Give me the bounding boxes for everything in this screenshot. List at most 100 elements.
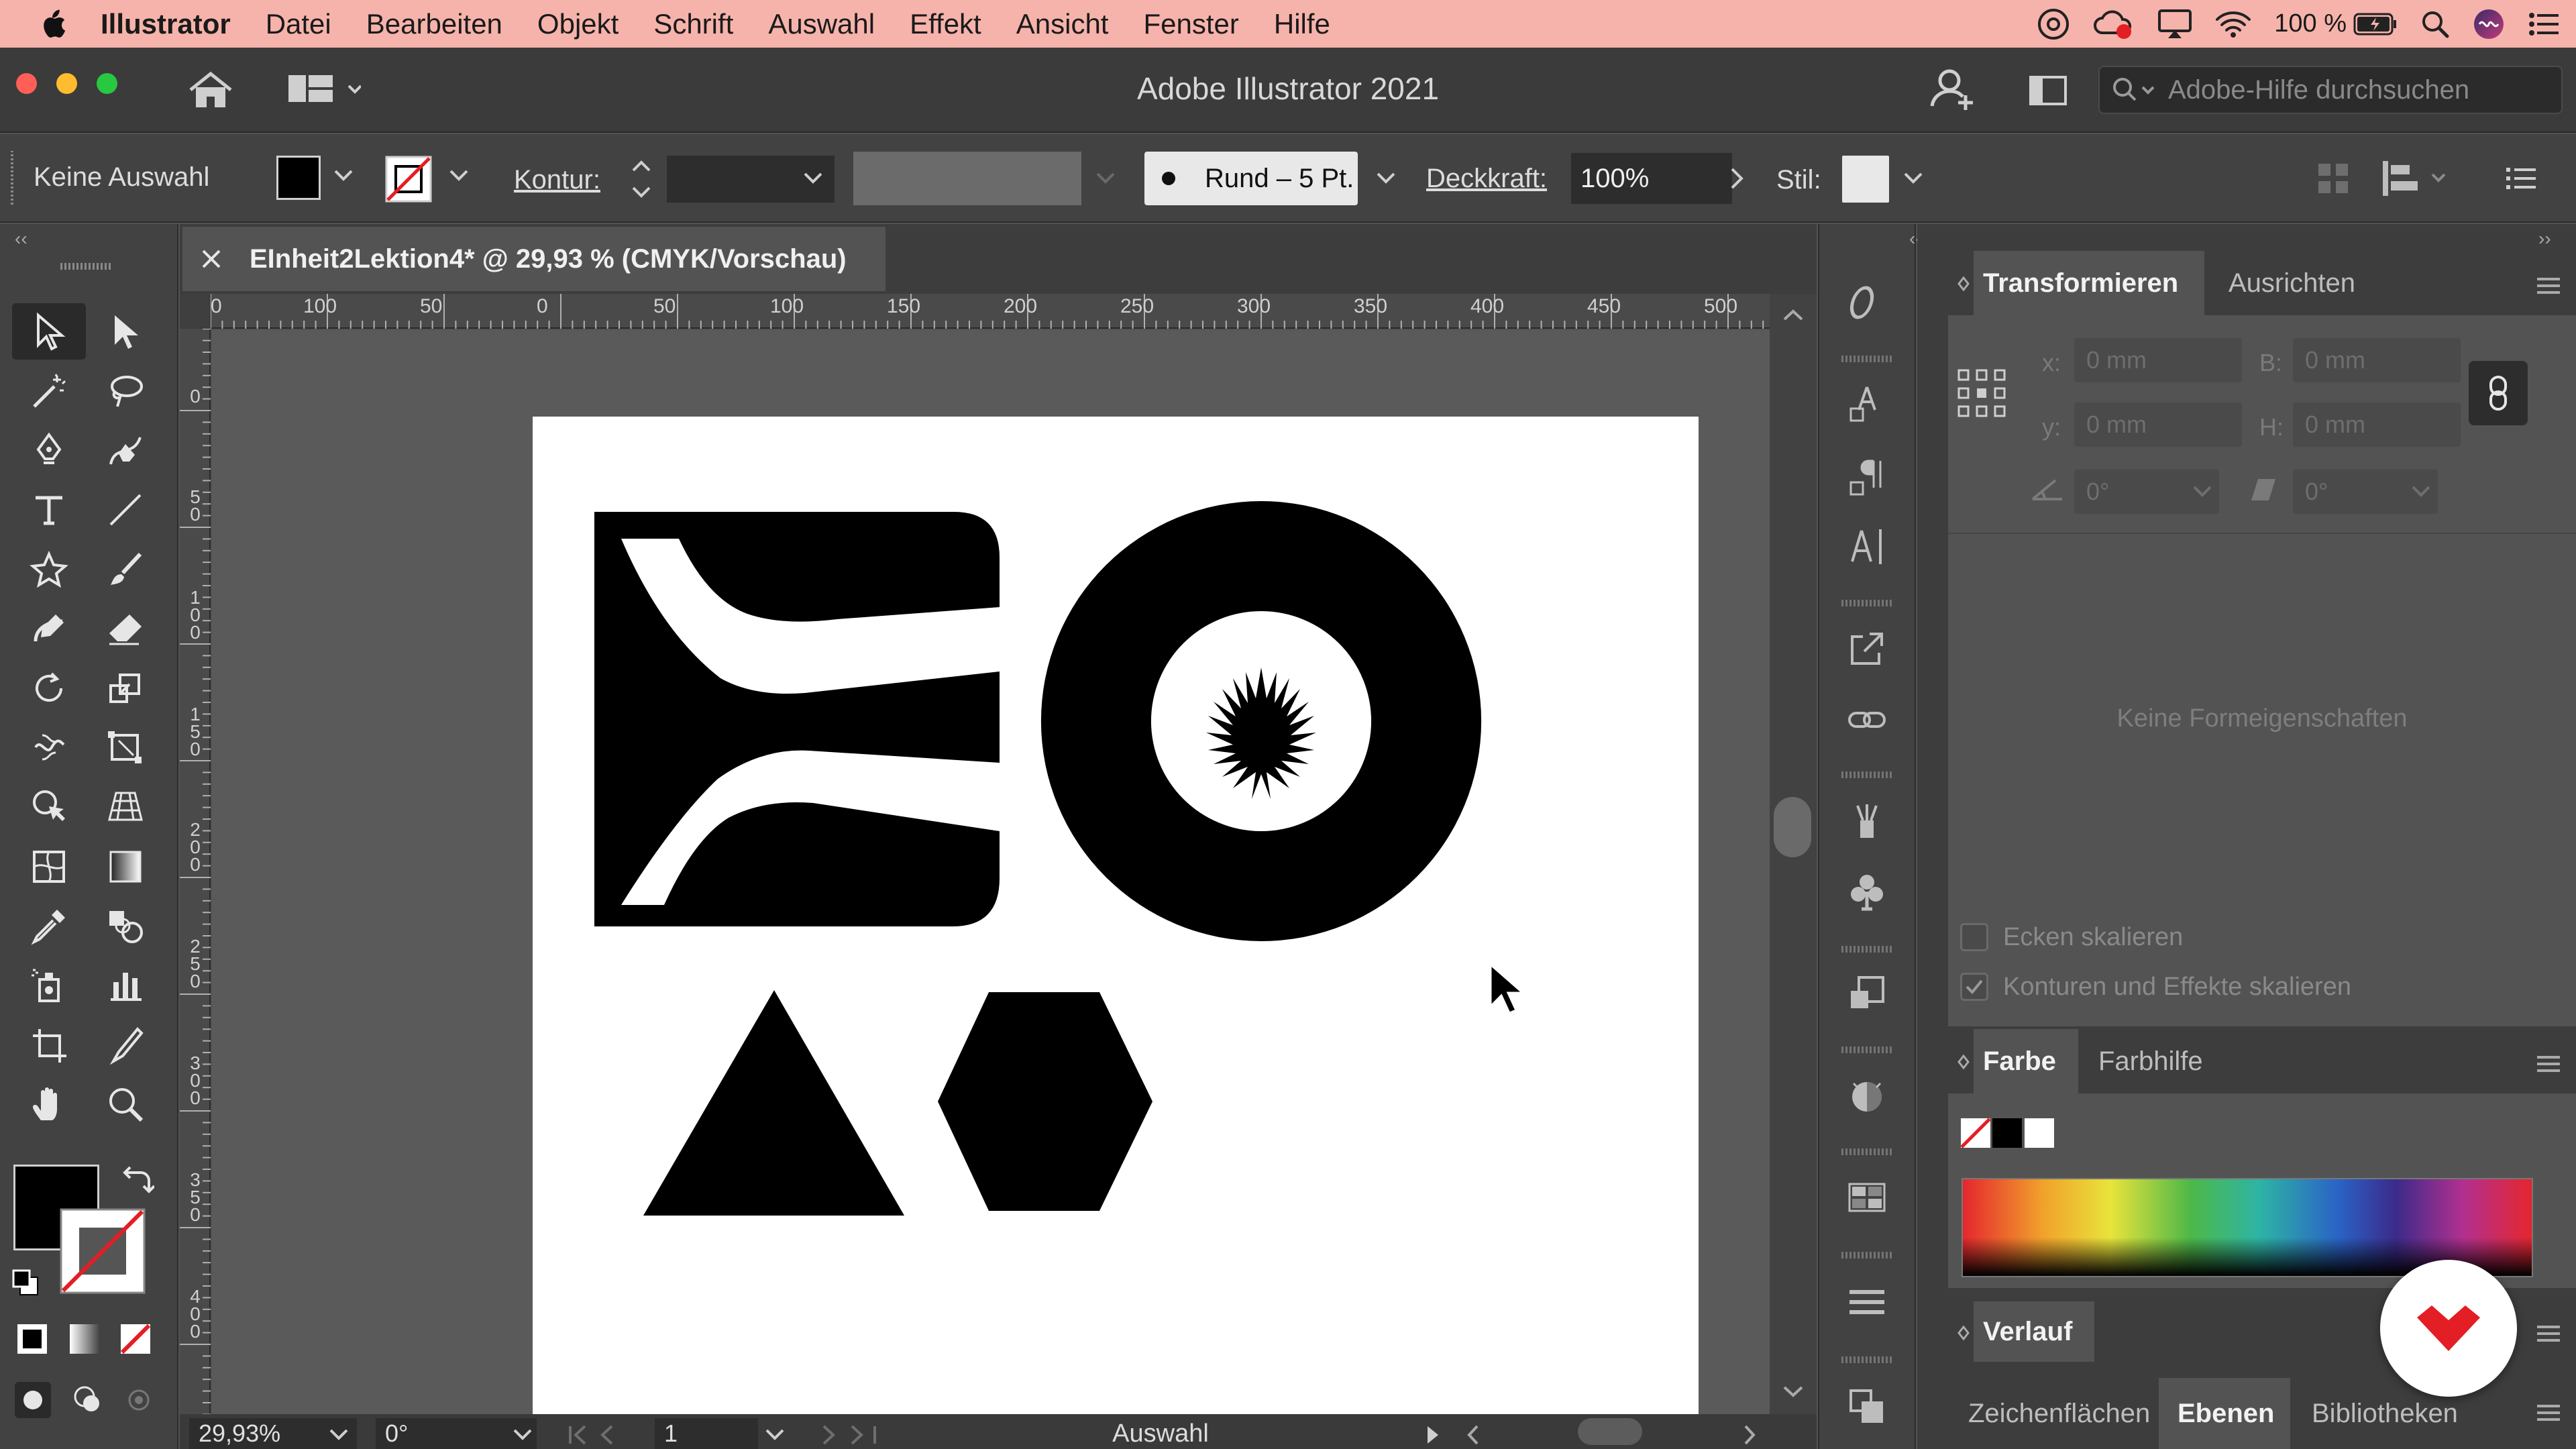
color-white-swatch[interactable]: [2025, 1118, 2054, 1148]
links-icon[interactable]: [1845, 698, 1889, 742]
style-chevron-icon[interactable]: [1902, 170, 1924, 185]
selection-tool-icon[interactable]: [12, 303, 86, 360]
swap-fill-stroke-icon[interactable]: [121, 1165, 154, 1198]
none-mode-icon[interactable]: [118, 1322, 153, 1356]
character-styles-icon[interactable]: [1845, 381, 1889, 425]
direct-selection-tool-icon[interactable]: [89, 303, 162, 360]
artboard-chevron-icon[interactable]: [765, 1428, 785, 1441]
column-graph-tool-icon[interactable]: [89, 957, 162, 1013]
export-icon[interactable]: [1845, 627, 1889, 671]
shear-angle-chevron-icon[interactable]: [2411, 484, 2431, 498]
menu-schrift[interactable]: Schrift: [653, 8, 733, 40]
scale-corners-checkbox[interactable]: [1960, 923, 1988, 951]
tab-transformieren[interactable]: Transformieren: [1974, 251, 2204, 315]
zoom-tool-icon[interactable]: [89, 1076, 162, 1132]
character-icon[interactable]: [1845, 525, 1889, 569]
perspective-grid-tool-icon[interactable]: [89, 778, 162, 835]
symbols-icon[interactable]: [1845, 869, 1889, 914]
tab-farbe[interactable]: Farbe: [1974, 1029, 2078, 1093]
width-field[interactable]: 0 mm: [2293, 338, 2461, 382]
help-search-input[interactable]: Adobe-Hilfe durchsuchen: [2098, 66, 2563, 114]
opacity-field[interactable]: 100%: [1571, 153, 1732, 204]
scroll-down-icon[interactable]: [1782, 1383, 1805, 1399]
fill-color-swatch[interactable]: [276, 156, 321, 200]
menu-auswahl[interactable]: Auswahl: [768, 8, 875, 40]
align-grid-icon[interactable]: [2317, 162, 2349, 195]
draw-normal-icon[interactable]: [15, 1382, 51, 1418]
gradient-panel-menu-icon[interactable]: [2537, 1326, 2560, 1342]
stroke-weight-label[interactable]: Kontur:: [514, 165, 600, 195]
menu-datei[interactable]: Datei: [266, 8, 331, 40]
shape-builder-tool-icon[interactable]: [12, 778, 86, 835]
stroke-weight-chevron-icon[interactable]: [802, 170, 824, 185]
slice-tool-icon[interactable]: [89, 1017, 162, 1073]
horizontal-ruler[interactable]: 0 100 50 0 50 100 150 200 250 300 350 40…: [211, 294, 1770, 329]
apple-icon[interactable]: [32, 0, 74, 48]
graphic-style-swatch[interactable]: [1842, 156, 1889, 203]
color-none-swatch[interactable]: [1960, 1118, 1991, 1148]
brush-chevron-icon[interactable]: [1375, 170, 1397, 185]
warp-tool-icon[interactable]: [12, 719, 86, 775]
rotation-chevron-icon[interactable]: [513, 1428, 533, 1441]
strip-grip[interactable]: [1841, 1046, 1892, 1053]
status-menu-arrow-icon[interactable]: [1425, 1425, 1441, 1445]
battery-icon[interactable]: [2353, 13, 2398, 36]
scale-strokes-checkbox[interactable]: [1960, 973, 1988, 1001]
brush-definition-dropdown[interactable]: Rund – 5 Pt.: [1144, 152, 1358, 205]
tab-verlauf[interactable]: Verlauf: [1974, 1301, 2094, 1362]
vertical-scroll-thumb[interactable]: [1774, 797, 1811, 857]
tab-ebenen[interactable]: Ebenen: [2159, 1378, 2290, 1449]
stroke-weight-stepper[interactable]: [627, 154, 656, 204]
starburst-shape[interactable]: [1206, 667, 1316, 799]
curvature-tool-icon[interactable]: [89, 423, 162, 479]
stroke-indicator[interactable]: [59, 1208, 146, 1295]
creative-cloud-icon[interactable]: [2037, 7, 2070, 41]
artboard-number-field[interactable]: 1: [655, 1418, 758, 1449]
variable-width-profile[interactable]: [853, 152, 1081, 205]
y-field[interactable]: 0 mm: [2074, 402, 2242, 447]
x-field[interactable]: 0 mm: [2074, 338, 2242, 382]
eyedropper-tool-icon[interactable]: [12, 898, 86, 954]
gradient-panel-collapse-icon[interactable]: [1957, 1326, 1970, 1340]
eraser-tool-icon[interactable]: [89, 601, 162, 657]
menu-ansicht[interactable]: Ansicht: [1016, 8, 1109, 40]
lasso-tool-icon[interactable]: [89, 364, 162, 420]
control-center-icon[interactable]: [2528, 11, 2560, 38]
tab-zeichenflaechen[interactable]: Zeichenflächen: [1956, 1378, 2150, 1449]
toolbar-collapse-icon[interactable]: ‹‹: [15, 228, 28, 250]
color-panel-collapse-icon[interactable]: [1957, 1055, 1970, 1069]
strip-grip[interactable]: [1841, 600, 1892, 606]
triangle-shape[interactable]: [643, 990, 904, 1216]
hand-tool-icon[interactable]: [12, 1076, 86, 1132]
creative-cloud-sync-icon[interactable]: [2093, 7, 2135, 41]
gradient-mode-icon[interactable]: [67, 1322, 102, 1356]
mesh-tool-icon[interactable]: [12, 839, 86, 895]
draw-behind-icon[interactable]: [70, 1382, 106, 1418]
toolbar-grip[interactable]: [60, 263, 111, 270]
height-field[interactable]: 0 mm: [2293, 402, 2461, 447]
shaper-tool-icon[interactable]: [12, 601, 86, 657]
stroke-panel-icon[interactable]: [1845, 1280, 1889, 1324]
account-icon[interactable]: [1929, 67, 1976, 111]
color-black-swatch[interactable]: [1992, 1118, 2022, 1148]
artboard[interactable]: [533, 417, 1699, 1415]
type-tool-icon[interactable]: [12, 482, 86, 538]
swatches-icon[interactable]: [1845, 1175, 1889, 1220]
tab-ausrichten[interactable]: Ausrichten: [2214, 251, 2355, 315]
panel-collapse-arrow-icon[interactable]: [1957, 276, 1970, 291]
horizontal-scroll-thumb[interactable]: [1578, 1418, 1642, 1445]
bottom-panel-menu-icon[interactable]: [2537, 1405, 2560, 1421]
siri-icon[interactable]: [2473, 8, 2505, 40]
strip-grip[interactable]: [1841, 946, 1892, 953]
letter-e-shape[interactable]: [594, 512, 1000, 926]
opentype-icon[interactable]: [1845, 280, 1889, 325]
artboard-tool-icon[interactable]: [12, 1017, 86, 1073]
tab-farbhilfe[interactable]: Farbhilfe: [2084, 1029, 2203, 1093]
strip-grip[interactable]: [1841, 356, 1892, 362]
scale-tool-icon[interactable]: [89, 660, 162, 716]
menu-bearbeiten[interactable]: Bearbeiten: [366, 8, 502, 40]
reference-point-icon[interactable]: [1956, 368, 2007, 419]
pen-tool-icon[interactable]: [12, 423, 86, 479]
menu-illustrator[interactable]: Illustrator: [101, 8, 231, 40]
document-tab[interactable]: EInheit2Lektion4* @ 29,93 % (CMYK/Vorsch…: [182, 227, 885, 291]
